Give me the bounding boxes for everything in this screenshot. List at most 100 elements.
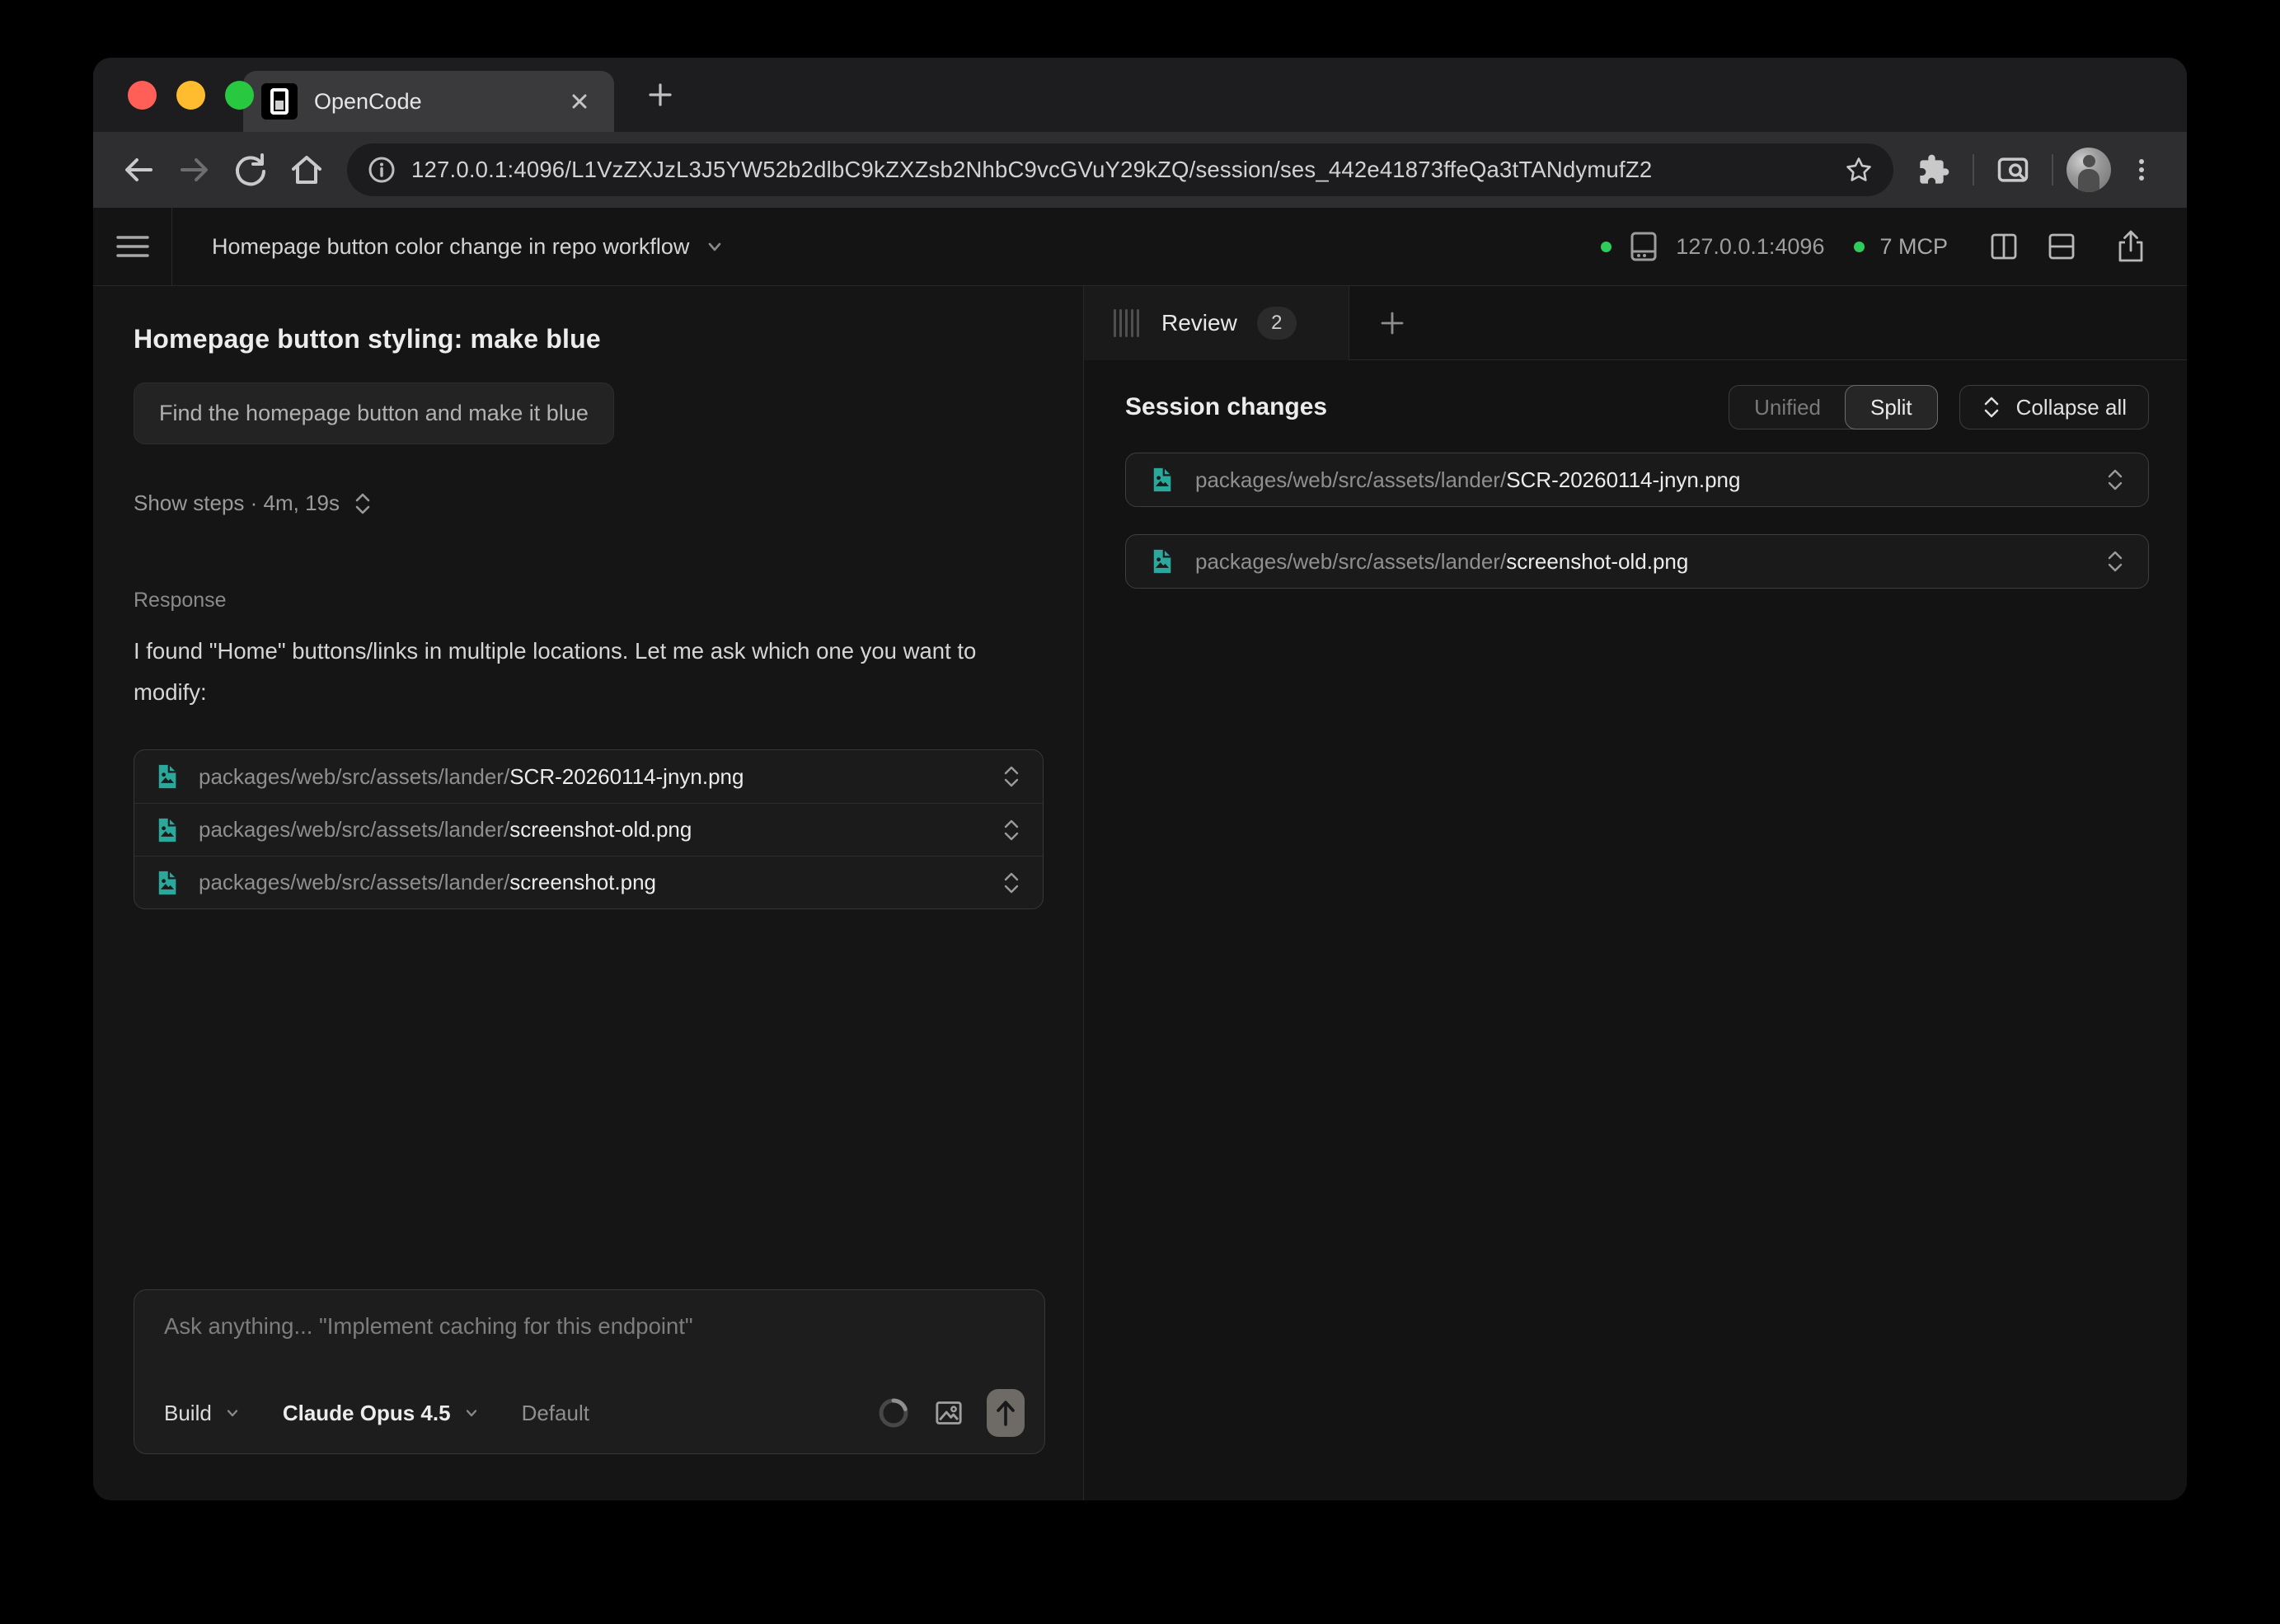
tab-bar-rest bbox=[1349, 286, 2187, 360]
user-prompt-chip: Find the homepage button and make it blu… bbox=[134, 383, 614, 444]
review-panel: Review 2 Session changes Unified Split bbox=[1083, 286, 2187, 1500]
file-dir: packages/web/src/assets/lander/ bbox=[1195, 467, 1506, 492]
profile-avatar[interactable] bbox=[2067, 148, 2111, 192]
header-status-cluster: 127.0.0.1:4096 7 MCP bbox=[1601, 225, 2187, 268]
drag-handle-icon[interactable] bbox=[1112, 308, 1142, 338]
response-label: Response bbox=[134, 589, 1044, 613]
app-header: Homepage button color change in repo wor… bbox=[93, 208, 2187, 286]
show-steps-toggle[interactable]: Show steps · 4m, 19s bbox=[134, 490, 1044, 516]
model-select[interactable]: Claude Opus 4.5 bbox=[283, 1401, 481, 1426]
close-window-button[interactable] bbox=[128, 81, 157, 110]
browser-tab-opencode[interactable]: OpenCode bbox=[243, 71, 614, 132]
toolbar-separator bbox=[2052, 154, 2053, 185]
session-changes-title: Session changes bbox=[1125, 393, 1327, 421]
browser-toolbar: 127.0.0.1:4096/L1VzZXJzL3J5YW52b2dlbC9kZ… bbox=[93, 132, 2187, 208]
file-name: screenshot-old.png bbox=[509, 817, 692, 842]
split-columns-icon[interactable] bbox=[1982, 225, 2025, 268]
chat-panel: Homepage button styling: make blue Find … bbox=[93, 286, 1083, 1500]
image-file-icon bbox=[152, 763, 181, 791]
tab-close-icon[interactable] bbox=[563, 85, 596, 118]
file-row[interactable]: packages/web/src/assets/lander/screensho… bbox=[134, 803, 1043, 856]
composer-icons bbox=[876, 1389, 1025, 1437]
expand-collapse-icon bbox=[1982, 395, 2001, 420]
file-name: screenshot-old.png bbox=[1506, 549, 1688, 574]
composer: Build Claude Opus 4.5 Default bbox=[134, 1289, 1045, 1454]
file-dir: packages/web/src/assets/lander/ bbox=[199, 870, 509, 894]
traffic-lights bbox=[128, 58, 254, 132]
tab-review[interactable]: Review 2 bbox=[1084, 286, 1349, 360]
browser-menu-icon[interactable] bbox=[2116, 144, 2167, 195]
expand-file-icon[interactable] bbox=[1002, 764, 1021, 789]
chevron-down-icon bbox=[704, 236, 725, 257]
review-count-badge: 2 bbox=[1257, 307, 1297, 340]
new-tab-button[interactable] bbox=[636, 70, 685, 120]
reload-icon[interactable] bbox=[225, 144, 276, 195]
conversation-heading: Homepage button styling: make blue bbox=[134, 324, 1044, 354]
split-rows-icon[interactable] bbox=[2040, 225, 2083, 268]
collapse-all-label: Collapse all bbox=[2016, 395, 2127, 420]
unified-toggle[interactable]: Unified bbox=[1729, 386, 1846, 429]
server-host[interactable]: 127.0.0.1:4096 bbox=[1676, 234, 1824, 260]
file-dir: packages/web/src/assets/lander/ bbox=[199, 817, 509, 842]
chevron-down-icon bbox=[462, 1404, 481, 1422]
agent-select[interactable]: Default bbox=[522, 1401, 589, 1426]
composer-controls: Build Claude Opus 4.5 Default bbox=[164, 1389, 1025, 1437]
browser-window: OpenCode 127.0.0.1:4096/ bbox=[93, 58, 2187, 1500]
file-name: SCR-20260114-jnyn.png bbox=[509, 764, 744, 789]
url-text[interactable]: 127.0.0.1:4096/L1VzZXJzL3J5YW52b2dlbC9kZ… bbox=[411, 157, 1829, 183]
file-name: screenshot.png bbox=[509, 870, 656, 894]
mode-select[interactable]: Build bbox=[164, 1401, 242, 1426]
file-row[interactable]: packages/web/src/assets/lander/SCR-20260… bbox=[134, 750, 1043, 803]
image-file-icon bbox=[1147, 547, 1175, 575]
zoom-window-button[interactable] bbox=[225, 81, 254, 110]
arrow-up-icon bbox=[992, 1396, 1020, 1429]
changed-file-card[interactable]: packages/web/src/assets/lander/SCR-20260… bbox=[1125, 453, 2149, 507]
file-name: SCR-20260114-jnyn.png bbox=[1506, 467, 1740, 492]
back-icon[interactable] bbox=[113, 144, 164, 195]
expand-file-icon[interactable] bbox=[2105, 467, 2125, 492]
expand-file-icon[interactable] bbox=[1002, 871, 1021, 895]
send-button[interactable] bbox=[987, 1389, 1025, 1437]
expand-file-icon[interactable] bbox=[1002, 818, 1021, 843]
mcp-count[interactable]: 7 MCP bbox=[1879, 234, 1948, 260]
site-info-icon[interactable] bbox=[365, 153, 398, 186]
hamburger-icon bbox=[116, 234, 149, 259]
session-changes: Session changes Unified Split Collapse a… bbox=[1084, 360, 2187, 616]
review-tab-bar: Review 2 bbox=[1084, 286, 2187, 360]
session-title: Homepage button color change in repo wor… bbox=[212, 234, 689, 260]
tab-search-icon[interactable] bbox=[1987, 144, 2038, 195]
toolbar-separator bbox=[1973, 154, 1974, 185]
home-icon[interactable] bbox=[281, 144, 332, 195]
sidebar-menu-button[interactable] bbox=[93, 208, 172, 285]
server-status-dot bbox=[1601, 242, 1611, 252]
extensions-icon[interactable] bbox=[1908, 144, 1959, 195]
context-spinner-icon bbox=[876, 1396, 911, 1430]
add-tab-icon[interactable] bbox=[1377, 308, 1407, 338]
conversation: Homepage button styling: make blue Find … bbox=[93, 286, 1083, 909]
file-row[interactable]: packages/web/src/assets/lander/screensho… bbox=[134, 856, 1043, 908]
image-file-icon bbox=[152, 869, 181, 897]
changed-file-card[interactable]: packages/web/src/assets/lander/screensho… bbox=[1125, 534, 2149, 589]
show-steps-label: Show steps · 4m, 19s bbox=[134, 490, 340, 516]
forward-icon[interactable] bbox=[169, 144, 220, 195]
tab-title: OpenCode bbox=[314, 89, 547, 115]
diff-view-controls: Unified Split Collapse all bbox=[1729, 385, 2149, 429]
app-content: Homepage button styling: make blue Find … bbox=[93, 286, 2187, 1500]
bookmark-star-icon[interactable] bbox=[1842, 153, 1875, 186]
file-dir: packages/web/src/assets/lander/ bbox=[1195, 549, 1506, 574]
diff-mode-toggle: Unified Split bbox=[1729, 385, 1938, 429]
response-file-list: packages/web/src/assets/lander/SCR-20260… bbox=[134, 749, 1044, 909]
expand-collapse-icon bbox=[353, 491, 373, 516]
opencode-favicon-icon bbox=[261, 83, 298, 120]
share-icon[interactable] bbox=[2109, 225, 2152, 268]
address-bar[interactable]: 127.0.0.1:4096/L1VzZXJzL3J5YW52b2dlbC9kZ… bbox=[347, 143, 1893, 196]
browser-tab-strip: OpenCode bbox=[93, 58, 2187, 132]
collapse-all-button[interactable]: Collapse all bbox=[1959, 385, 2149, 429]
minimize-window-button[interactable] bbox=[176, 81, 205, 110]
chat-input[interactable] bbox=[164, 1313, 1015, 1379]
expand-file-icon[interactable] bbox=[2105, 549, 2125, 574]
split-toggle[interactable]: Split bbox=[1845, 385, 1938, 429]
session-title-dropdown[interactable]: Homepage button color change in repo wor… bbox=[212, 234, 725, 260]
attach-image-icon[interactable] bbox=[932, 1396, 965, 1429]
review-tab-label: Review bbox=[1161, 310, 1237, 336]
